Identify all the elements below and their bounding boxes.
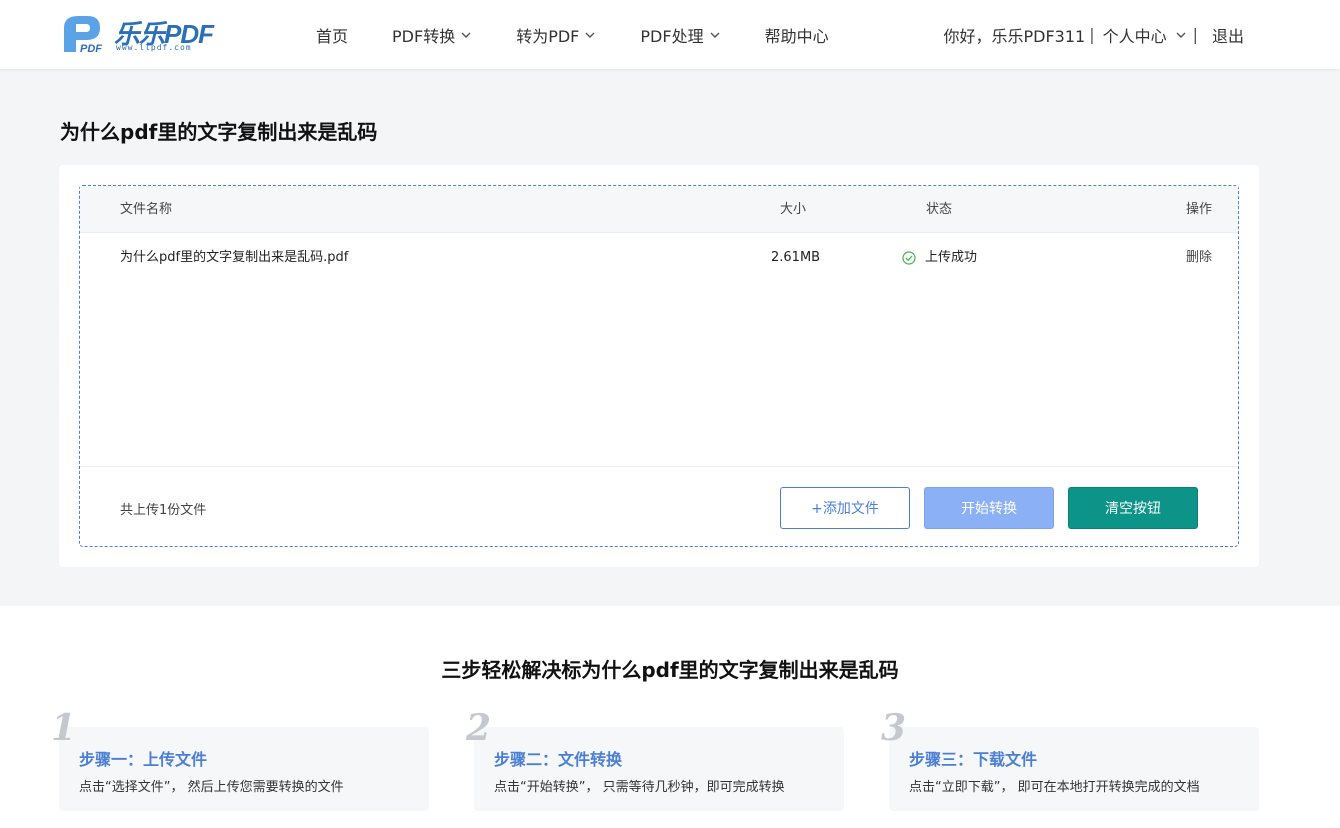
top-header: PDF 乐乐PDF www.llpdf.com 首页 PDF转换 转为PDF P… [0,0,1340,69]
check-circle-icon [902,250,916,265]
nav-help[interactable]: 帮助中心 [765,23,829,47]
column-header-size: 大小 [780,202,807,217]
nav-help-label: 帮助中心 [764,26,829,46]
nav-pdf-convert-label: PDF转换 [392,26,456,46]
divider: | [1192,25,1198,44]
chevron-down-icon[interactable] [1175,29,1187,41]
chevron-down-icon [710,32,720,38]
nav-home-label: 首页 [316,26,349,46]
step-card-2: 2 步骤二：文件转换 点击“开始转换”， 只需等待几秒钟，即可完成转换 [466,707,844,811]
user-greeting: 你好，乐乐PDF311 [943,26,1086,46]
table-row: 为什么pdf里的文字复制出来是乱码.pdf 2.61MB 上传成功 删除 [80,234,1238,281]
user-area: 你好，乐乐PDF311 | 个人中心 | 退出 [943,0,1244,69]
upload-card: 文件名称 大小 状态 操作 为什么pdf里的文字复制出来是乱码.pdf 2.61… [59,165,1259,567]
nav-home[interactable]: 首页 [316,23,348,47]
nav-pdf-process-label: PDF处理 [640,26,704,46]
start-convert-button[interactable]: 开始转换 [924,487,1054,529]
step-title: 步骤二：文件转换 [494,750,623,769]
step-number: 3 [881,707,907,749]
personal-center-link[interactable]: 个人中心 [1103,23,1167,47]
step-desc: 点击“立即下载”， 即可在本地打开转换完成的文档 [909,780,1200,795]
column-header-status: 状态 [926,202,953,217]
file-name: 为什么pdf里的文字复制出来是乱码.pdf [120,250,349,265]
logo-pdf-icon: PDF [64,16,102,54]
step-number: 1 [51,707,77,749]
file-status-label: 上传成功 [925,250,978,265]
chevron-down-icon [585,32,595,38]
main-nav: 首页 PDF转换 转为PDF PDF处理 帮助中心 [316,0,873,69]
logo-url: www.llpdf.com [116,43,192,52]
table-header: 文件名称 大小 状态 操作 [80,186,1238,233]
step-number: 2 [466,707,492,749]
add-file-button[interactable]: +添加文件 [780,487,910,529]
nav-pdf-convert[interactable]: PDF转换 [392,23,472,47]
chevron-down-icon [461,32,471,38]
step-title: 步骤一：上传文件 [79,750,208,769]
upload-footer: 共上传1份文件 +添加文件 开始转换 清空按钮 [80,466,1238,546]
step-card-3: 3 步骤三：下载文件 点击“立即下载”， 即可在本地打开转换完成的文档 [881,707,1259,811]
divider: | [1089,25,1095,44]
step-desc: 点击“开始转换”， 只需等待几秒钟，即可完成转换 [494,780,785,795]
step-card-1: 1 步骤一：上传文件 点击“选择文件”， 然后上传您需要转换的文件 [51,707,429,811]
upload-count: 共上传1份文件 [120,503,207,518]
svg-text:PDF: PDF [80,43,102,54]
clear-button[interactable]: 清空按钮 [1068,487,1198,529]
column-header-op: 操作 [1186,202,1213,217]
site-logo[interactable]: PDF 乐乐PDF www.llpdf.com [58,12,218,56]
step-desc: 点击“选择文件”， 然后上传您需要转换的文件 [79,780,344,795]
upload-drop-zone[interactable]: 文件名称 大小 状态 操作 为什么pdf里的文字复制出来是乱码.pdf 2.61… [79,185,1239,547]
nav-to-pdf-label: 转为PDF [516,26,580,46]
column-header-name: 文件名称 [120,202,173,217]
file-status: 上传成功 [902,234,977,281]
nav-pdf-process[interactable]: PDF处理 [640,23,720,47]
steps-title: 三步轻松解决标为什么pdf里的文字复制出来是乱码 [441,658,899,682]
nav-to-pdf[interactable]: 转为PDF [516,23,596,47]
file-size: 2.61MB [771,250,821,265]
delete-file-button[interactable]: 删除 [1186,234,1212,281]
page-title: 为什么pdf里的文字复制出来是乱码 [60,120,378,144]
logout-link[interactable]: 退出 [1212,23,1244,47]
steps-section: 三步轻松解决标为什么pdf里的文字复制出来是乱码 1 步骤一：上传文件 点击“选… [0,606,1340,828]
step-title: 步骤三：下载文件 [909,750,1038,769]
